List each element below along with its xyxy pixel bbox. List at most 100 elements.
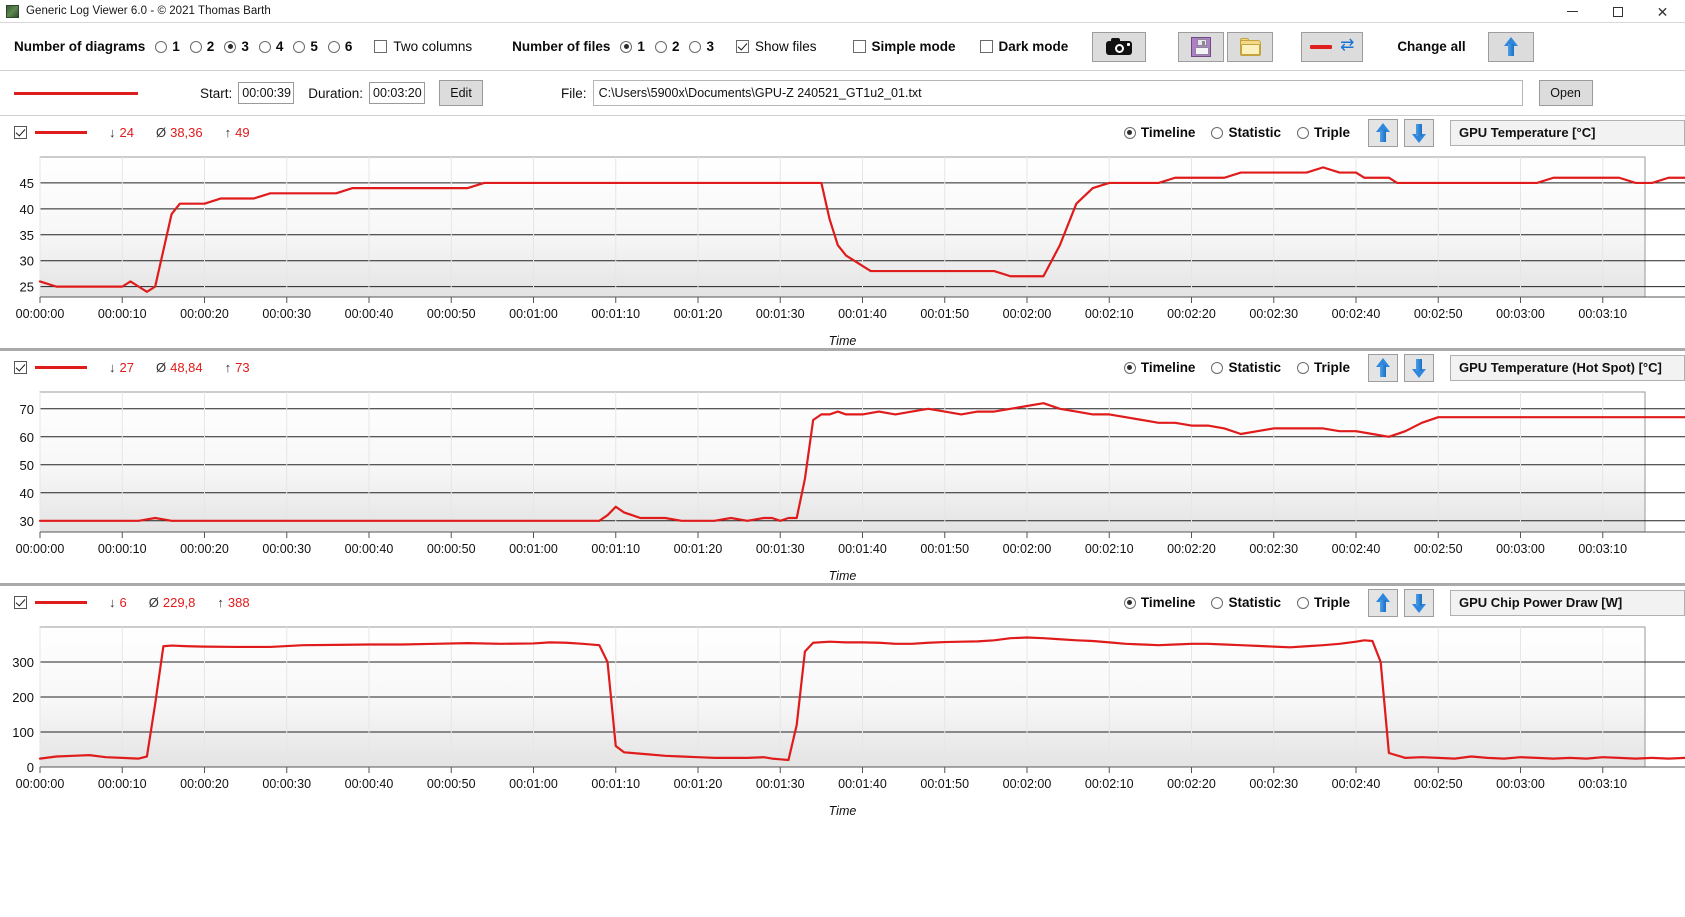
panel-3-move-down-button[interactable] bbox=[1404, 588, 1434, 617]
svg-text:00:01:00: 00:01:00 bbox=[509, 542, 558, 556]
panel-3-avg-value: 229,8 bbox=[162, 595, 196, 610]
file-option-1[interactable]: 1 bbox=[620, 39, 645, 54]
svg-text:00:02:30: 00:02:30 bbox=[1249, 542, 1298, 556]
series-color-swatch[interactable] bbox=[14, 91, 138, 95]
min-arrow-icon: ↓ bbox=[109, 360, 116, 375]
svg-text:00:01:00: 00:01:00 bbox=[509, 307, 558, 321]
panel-2-move-up-button[interactable] bbox=[1368, 353, 1398, 382]
swap-colors-button[interactable]: ⇄ bbox=[1301, 31, 1364, 62]
radio-icon-selected bbox=[224, 40, 237, 53]
file-option-2[interactable]: 2 bbox=[654, 39, 679, 54]
panel-2-color-swatch[interactable] bbox=[35, 366, 87, 369]
start-input[interactable]: 00:00:39 bbox=[238, 82, 295, 104]
svg-text:00:00:40: 00:00:40 bbox=[345, 307, 394, 321]
panel-1-series-select[interactable]: GPU Temperature [°C] bbox=[1450, 119, 1685, 146]
blue-up-arrow-icon bbox=[1376, 592, 1390, 613]
minimize-button[interactable] bbox=[1550, 0, 1595, 23]
open-file-button[interactable]: Open bbox=[1538, 80, 1593, 106]
panel-2-move-down-button[interactable] bbox=[1404, 353, 1434, 382]
svg-text:00:02:00: 00:02:00 bbox=[1003, 777, 1052, 791]
panel-3-x-axis-title: Time bbox=[828, 804, 857, 818]
panel-3-move-up-button[interactable] bbox=[1368, 588, 1398, 617]
open-folder-button[interactable] bbox=[1227, 31, 1274, 62]
panel-3-max-value: 388 bbox=[227, 595, 250, 610]
svg-text:00:02:50: 00:02:50 bbox=[1414, 542, 1463, 556]
panel-1-color-swatch[interactable] bbox=[35, 131, 87, 134]
maximize-button[interactable] bbox=[1595, 0, 1640, 23]
change-all-up-button[interactable] bbox=[1487, 31, 1534, 62]
svg-text:00:00:10: 00:00:10 bbox=[98, 777, 147, 791]
diagram-option-5[interactable]: 5 bbox=[293, 39, 318, 54]
panel-1-x-axis-title: Time bbox=[828, 334, 857, 348]
panel-1-move-down-button[interactable] bbox=[1404, 118, 1434, 147]
panel-2-mode-triple[interactable]: Triple bbox=[1296, 360, 1350, 375]
diagram-option-6-label: 6 bbox=[344, 39, 353, 54]
panel-3-mode-triple[interactable]: Triple bbox=[1296, 595, 1350, 610]
panel-1-mode-triple[interactable]: Triple bbox=[1296, 125, 1350, 140]
two-columns-checkbox[interactable]: Two columns bbox=[374, 39, 472, 54]
diagram-option-3[interactable]: 3 bbox=[224, 39, 249, 54]
show-files-checkbox[interactable]: Show files bbox=[735, 39, 817, 54]
svg-text:00:03:00: 00:03:00 bbox=[1496, 542, 1545, 556]
diagram-panel-3: ↓ 6 Ø 229,8 ↑ 388 Timeline Statistic Tri… bbox=[0, 586, 1685, 818]
panel-1-mode-statistic[interactable]: Statistic bbox=[1211, 125, 1281, 140]
panel-2-mode-statistic[interactable]: Statistic bbox=[1211, 360, 1281, 375]
diagram-option-4[interactable]: 4 bbox=[258, 39, 284, 54]
panel-1-move-up-button[interactable] bbox=[1368, 118, 1398, 147]
svg-text:00:02:10: 00:02:10 bbox=[1085, 777, 1134, 791]
panel-1-triple-label: Triple bbox=[1313, 125, 1350, 140]
panel-3-color-swatch[interactable] bbox=[35, 601, 87, 604]
svg-text:00:01:30: 00:01:30 bbox=[756, 307, 805, 321]
close-button[interactable]: ✕ bbox=[1640, 0, 1685, 23]
window-controls: ✕ bbox=[1550, 0, 1685, 23]
title-bar: Generic Log Viewer 6.0 - © 2021 Thomas B… bbox=[0, 0, 1685, 23]
edit-button[interactable]: Edit bbox=[439, 80, 484, 106]
panel-2-mode-group: Timeline Statistic Triple GPU Temperatur… bbox=[1108, 353, 1685, 382]
panel-2-enable-checkbox[interactable] bbox=[14, 361, 27, 374]
radio-icon bbox=[1296, 596, 1309, 609]
radio-icon bbox=[1211, 361, 1224, 374]
max-arrow-icon: ↑ bbox=[217, 595, 224, 610]
checkbox-icon bbox=[979, 40, 993, 53]
panel-3-enable-checkbox[interactable] bbox=[14, 596, 27, 609]
svg-text:00:01:20: 00:01:20 bbox=[674, 777, 723, 791]
save-button[interactable] bbox=[1178, 31, 1225, 62]
svg-text:45: 45 bbox=[20, 176, 34, 191]
blue-down-arrow-icon bbox=[1412, 593, 1426, 613]
panel-1-mode-timeline[interactable]: Timeline bbox=[1123, 125, 1195, 140]
radio-icon bbox=[1296, 126, 1309, 139]
svg-text:200: 200 bbox=[12, 690, 34, 705]
svg-text:00:01:50: 00:01:50 bbox=[920, 307, 969, 321]
diagram-option-2[interactable]: 2 bbox=[189, 39, 214, 54]
camera-icon bbox=[1106, 38, 1133, 55]
diagram-option-6[interactable]: 6 bbox=[327, 39, 353, 54]
screenshot-button[interactable] bbox=[1092, 31, 1147, 62]
panel-3-mode-timeline[interactable]: Timeline bbox=[1123, 595, 1195, 610]
blue-down-arrow-icon bbox=[1412, 358, 1426, 378]
panel-3-mode-statistic[interactable]: Statistic bbox=[1211, 595, 1281, 610]
radio-icon bbox=[1211, 596, 1224, 609]
file-option-3[interactable]: 3 bbox=[689, 39, 714, 54]
diagram-option-1[interactable]: 1 bbox=[155, 39, 180, 54]
panel-2-series-select[interactable]: GPU Temperature (Hot Spot) [°C] bbox=[1450, 354, 1685, 381]
panel-2-chart: 30 40 50 60 70 00:00:00 00:00:10 00:00:20 00:00:… bbox=[0, 384, 1685, 583]
file-path-input[interactable]: C:\Users\5900x\Documents\GPU-Z 240521_GT… bbox=[592, 80, 1523, 106]
svg-text:00:03:00: 00:03:00 bbox=[1496, 307, 1545, 321]
panel-1-enable-checkbox[interactable] bbox=[14, 126, 27, 139]
panel-1-chart: 25 30 35 40 45 00:00:00 00:00:10 00:00:20 00:00:… bbox=[0, 149, 1685, 348]
svg-text:00:00:50: 00:00:50 bbox=[427, 777, 476, 791]
svg-text:00:02:30: 00:02:30 bbox=[1249, 777, 1298, 791]
svg-text:00:00:10: 00:00:10 bbox=[98, 307, 147, 321]
svg-text:00:02:10: 00:02:10 bbox=[1085, 542, 1134, 556]
panel-2-mode-timeline[interactable]: Timeline bbox=[1123, 360, 1195, 375]
diagram-option-4-label: 4 bbox=[275, 39, 284, 54]
panel-3-triple-label: Triple bbox=[1313, 595, 1350, 610]
simple-mode-checkbox[interactable]: Simple mode bbox=[852, 39, 956, 54]
duration-input[interactable]: 00:03:20 bbox=[369, 82, 426, 104]
svg-text:00:00:10: 00:00:10 bbox=[98, 542, 147, 556]
diagram-panel-1: ↓ 24 Ø 38,36 ↑ 49 Timeline Statistic Tri… bbox=[0, 116, 1685, 348]
svg-text:00:02:10: 00:02:10 bbox=[1085, 307, 1134, 321]
radio-icon bbox=[1211, 126, 1224, 139]
panel-3-series-select[interactable]: GPU Chip Power Draw [W] bbox=[1450, 589, 1685, 616]
dark-mode-checkbox[interactable]: Dark mode bbox=[979, 39, 1068, 54]
